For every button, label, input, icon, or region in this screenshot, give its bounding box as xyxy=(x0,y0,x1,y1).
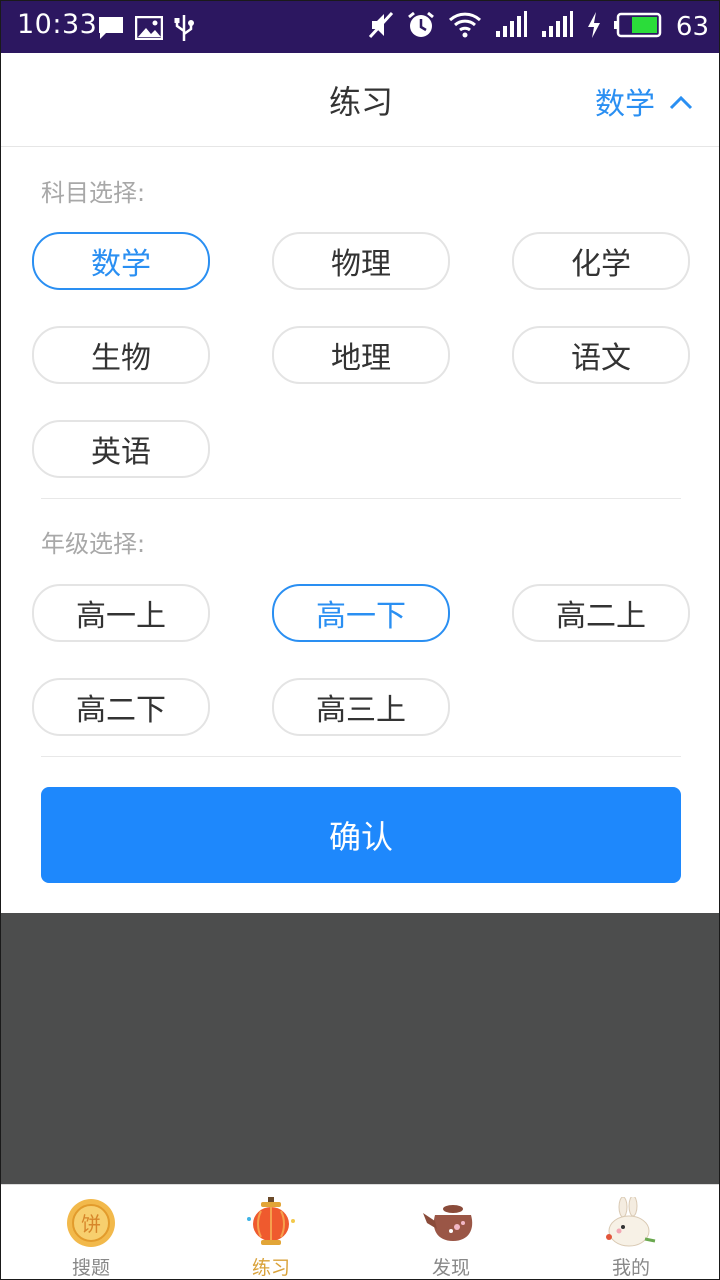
subject-option-biology[interactable]: 生物 xyxy=(32,326,210,384)
lantern-icon xyxy=(241,1197,301,1249)
grade-option-1b[interactable]: 高一下 xyxy=(272,584,450,642)
section-divider xyxy=(41,756,681,757)
tab-label-me: 我的 xyxy=(611,1257,650,1279)
status-time: 10:33 xyxy=(17,9,98,40)
battery-level: 63 xyxy=(675,12,709,42)
subject-option-chemistry[interactable]: 化学 xyxy=(512,232,690,290)
teapot-icon xyxy=(421,1197,481,1249)
tab-label-discover: 发现 xyxy=(431,1257,470,1279)
chevron-up-icon xyxy=(669,84,693,119)
tab-label-practice: 练习 xyxy=(251,1257,290,1279)
tab-label-search: 搜题 xyxy=(71,1257,110,1279)
dim-overlay[interactable] xyxy=(1,913,719,1184)
subject-option-math[interactable]: 数学 xyxy=(32,232,210,290)
charging-icon xyxy=(586,11,602,43)
tab-search[interactable]: 饼 搜题 xyxy=(1,1185,181,1279)
filter-panel: 科目选择: 数学 物理 化学 生物 地理 语文 英语 年级选择: 高一上 高一下… xyxy=(1,147,719,913)
section-divider xyxy=(41,498,681,499)
tab-discover[interactable]: 发现 xyxy=(361,1185,541,1279)
battery-icon xyxy=(613,12,662,42)
wifi-icon xyxy=(448,11,482,43)
tab-bar: 饼 搜题 练习 发现 我的 xyxy=(1,1184,719,1279)
subject-option-geography[interactable]: 地理 xyxy=(272,326,450,384)
subject-option-chinese[interactable]: 语文 xyxy=(512,326,690,384)
alarm-icon xyxy=(406,10,436,44)
subject-toggle[interactable]: 数学 xyxy=(595,79,693,123)
subject-section-label: 科目选择: xyxy=(41,179,146,207)
image-icon xyxy=(134,15,164,44)
signal-icon xyxy=(494,11,528,43)
app-screen: 10:33 63 练习 数学 科目选择: 数学 物理 化学 生物 地理 语文 英… xyxy=(0,0,720,1280)
usb-icon xyxy=(173,13,195,47)
tab-me[interactable]: 我的 xyxy=(541,1185,719,1279)
svg-text:饼: 饼 xyxy=(81,1212,101,1236)
grade-option-3a[interactable]: 高三上 xyxy=(272,678,450,736)
grade-option-2b[interactable]: 高二下 xyxy=(32,678,210,736)
subject-option-english[interactable]: 英语 xyxy=(32,420,210,478)
message-icon xyxy=(97,15,125,45)
subject-option-physics[interactable]: 物理 xyxy=(272,232,450,290)
signal-icon xyxy=(540,11,574,43)
grade-section-label: 年级选择: xyxy=(41,530,146,558)
mute-icon xyxy=(368,10,394,44)
status-bar: 10:33 63 xyxy=(1,1,719,53)
grade-option-1a[interactable]: 高一上 xyxy=(32,584,210,642)
grade-option-2a[interactable]: 高二上 xyxy=(512,584,690,642)
confirm-button[interactable]: 确认 xyxy=(41,787,681,883)
mooncake-icon: 饼 xyxy=(61,1197,121,1249)
rabbit-icon xyxy=(601,1195,661,1249)
tab-practice[interactable]: 练习 xyxy=(181,1185,361,1279)
header: 练习 数学 xyxy=(1,53,719,147)
current-subject: 数学 xyxy=(595,87,655,122)
